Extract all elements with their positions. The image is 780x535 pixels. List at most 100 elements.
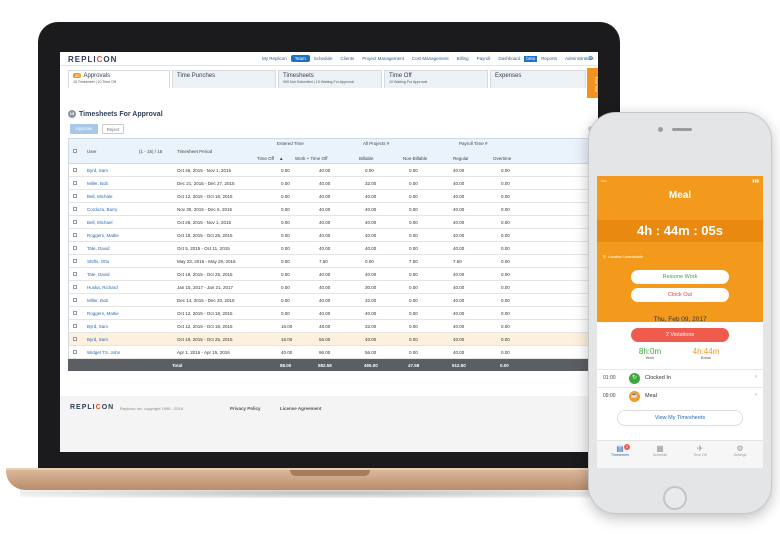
- row-user-link[interactable]: Huska, Richard: [87, 285, 118, 290]
- header-user[interactable]: User: [87, 149, 97, 154]
- row-checkbox[interactable]: [73, 324, 77, 328]
- table-row[interactable]: Huska, Richard Jan 15, 2017 - Jan 21, 201…: [68, 281, 590, 294]
- table-row[interactable]: Roggers, Mattie Oct 19, 2015 - Oct 25, 20…: [68, 229, 590, 242]
- table-row[interactable]: Tate, David Oct 5, 2015 - Oct 11, 2015 0.0…: [68, 242, 590, 255]
- tab-time-punches[interactable]: Time Punches: [172, 70, 276, 88]
- free-trial-tab[interactable]: Free Trial: [587, 68, 598, 98]
- reject-button[interactable]: Reject: [102, 124, 124, 134]
- header-non-billable[interactable]: Non-Billable: [403, 156, 427, 161]
- row-checkbox[interactable]: [73, 259, 77, 263]
- row-user-link[interactable]: Miller, Bob: [87, 298, 108, 303]
- header-work-time-off[interactable]: Work + Time Off: [295, 156, 327, 161]
- tab-schedule[interactable]: ▦ Schedule: [640, 444, 680, 457]
- row-checkbox[interactable]: [73, 285, 77, 289]
- header-regular[interactable]: Regular: [453, 156, 469, 161]
- row-user-link[interactable]: Tate, David: [87, 272, 110, 277]
- row-time-off: 0.00: [281, 285, 290, 290]
- header-overtime[interactable]: Overtime: [493, 156, 511, 161]
- header-period[interactable]: Timesheet Period: [177, 149, 212, 154]
- row-checkbox[interactable]: [73, 272, 77, 276]
- sort-asc-icon[interactable]: ▲: [279, 156, 283, 161]
- row-user-link[interactable]: Widget TS, John: [87, 350, 120, 355]
- table-row[interactable]: Shifts, Otto May 23, 2016 - May 29, 2016 0…: [68, 255, 590, 268]
- view-timesheets-button[interactable]: View My Timesheets: [617, 410, 743, 426]
- license-agreement-link[interactable]: License Agreement: [280, 406, 321, 411]
- row-checkbox[interactable]: [73, 350, 77, 354]
- table-row[interactable]: Byrd, Sam Oct 12, 2015 - Oct 18, 2015 16.0…: [68, 320, 590, 333]
- table-row[interactable]: Widget TS, John Apr 1, 2016 - Apr 15, 201…: [68, 346, 590, 359]
- row-user-link[interactable]: Cordoza, Barry: [87, 207, 117, 212]
- row-work: 96.00: [319, 350, 331, 355]
- row-user-link[interactable]: Bell, Michale: [87, 194, 113, 199]
- table-row[interactable]: Byrd, Sam Oct 19, 2015 - Oct 25, 2015 16.0…: [68, 333, 590, 346]
- row-work: 48.00: [319, 324, 331, 329]
- nav-item-billing[interactable]: Billing: [453, 56, 473, 62]
- replicon-logo[interactable]: REPLICON: [68, 55, 117, 64]
- row-checkbox[interactable]: [73, 298, 77, 302]
- row-period: Oct 12, 2015 - Oct 18, 2015: [177, 194, 233, 199]
- row-overtime: 0.00: [501, 220, 510, 225]
- tab-approvals[interactable]: 30 Approvals 15 Timesheet | 10 Time Off: [68, 70, 170, 88]
- gear-icon[interactable]: ⚙: [588, 55, 593, 62]
- tab-timesheets[interactable]: Timesheets 965 Not Submitted | 15 Waiting…: [278, 70, 382, 88]
- row-user-link[interactable]: Byrd, Sam: [87, 337, 108, 342]
- nav-item-project-management[interactable]: Project Management: [358, 56, 408, 62]
- row-checkbox[interactable]: [73, 168, 77, 172]
- nav-item-schedule[interactable]: Schedule: [310, 56, 337, 62]
- tab-timesheets[interactable]: ▤ Timesheets 2: [600, 444, 640, 457]
- entry-meal[interactable]: 09:00 ☕ Meal ›: [597, 387, 763, 405]
- row-period: Oct 19, 2015 - Oct 25, 2015: [177, 272, 233, 277]
- row-overtime: 0.00: [501, 285, 510, 290]
- row-checkbox[interactable]: [73, 220, 77, 224]
- row-checkbox[interactable]: [73, 337, 77, 341]
- entry-clocked-in[interactable]: 01:00 ↻ Clocked In ›: [597, 369, 763, 387]
- row-checkbox[interactable]: [73, 311, 77, 315]
- row-checkbox[interactable]: [73, 194, 77, 198]
- table-row[interactable]: Tate, David Oct 19, 2015 - Oct 25, 2015 0.…: [68, 268, 590, 281]
- row-checkbox[interactable]: [73, 233, 77, 237]
- table-row[interactable]: Cordoza, Barry Nov 30, 2015 - Dec 6, 2015…: [68, 203, 590, 216]
- table-row[interactable]: Roggers, Mattie Oct 12, 2015 - Oct 18, 20…: [68, 307, 590, 320]
- tab-settings[interactable]: ⚙ Settings: [720, 444, 760, 457]
- tab-time-off[interactable]: ✈ Time Off: [680, 444, 720, 457]
- nav-item-cost-management[interactable]: Cost Management: [408, 56, 453, 62]
- row-user-link[interactable]: Roggers, Mattie: [87, 233, 119, 238]
- select-all-checkbox[interactable]: [73, 149, 77, 153]
- approve-button[interactable]: Approve: [70, 124, 98, 134]
- row-checkbox[interactable]: [73, 181, 77, 185]
- tab-time-off[interactable]: Time Off 10 Waiting For Approval: [384, 70, 488, 88]
- row-user-link[interactable]: Shifts, Otto: [87, 259, 109, 264]
- nav-item-payroll[interactable]: Payroll: [473, 56, 495, 62]
- row-user-link[interactable]: Byrd, Sam: [87, 324, 108, 329]
- row-checkbox[interactable]: [73, 207, 77, 211]
- privacy-policy-link[interactable]: Privacy Policy: [230, 406, 261, 411]
- nav-item-team[interactable]: Team: [290, 55, 310, 62]
- row-billable: 0.00: [365, 259, 374, 264]
- table-row[interactable]: Bell, Michale Oct 12, 2015 - Oct 18, 2015…: [68, 190, 590, 203]
- row-user-link[interactable]: Tate, David: [87, 246, 110, 251]
- nav-item-reports[interactable]: Reports: [537, 56, 561, 62]
- nav-item-my-replicon[interactable]: My Replicon: [258, 56, 291, 62]
- row-user-link[interactable]: Byrd, Sam: [87, 168, 108, 173]
- nav-item-clients[interactable]: Clients: [337, 56, 359, 62]
- row-period: Oct 5, 2015 - Oct 11, 2015: [177, 246, 230, 251]
- header-time-off[interactable]: Time Off: [257, 156, 274, 161]
- table-row[interactable]: Bell, Michael Oct 26, 2015 - Nov 1, 2015 0…: [68, 216, 590, 229]
- row-period: Dec 14, 2015 - Dec 20, 2015: [177, 298, 235, 303]
- phone-home-button[interactable]: [663, 486, 687, 510]
- header-entered-time: Entered Time: [277, 141, 304, 146]
- tab-expenses[interactable]: Expenses: [490, 70, 586, 88]
- resume-work-button[interactable]: Resume Work: [631, 270, 729, 284]
- nav-item-dashboard[interactable]: Dashboard: [494, 56, 524, 62]
- row-user-link[interactable]: Miller, Bob: [87, 181, 108, 186]
- table-row[interactable]: Miller, Bob Dec 21, 2015 - Dec 27, 2015 0.…: [68, 177, 590, 190]
- violations-button[interactable]: 2 Violations: [631, 328, 729, 342]
- clock-out-button[interactable]: Clock Out: [631, 288, 729, 302]
- row-overtime: 0.00: [501, 194, 510, 199]
- row-checkbox[interactable]: [73, 246, 77, 250]
- table-row[interactable]: Miller, Bob Dec 14, 2015 - Dec 20, 2015 0.…: [68, 294, 590, 307]
- table-row[interactable]: Byrd, Sam Oct 26, 2015 - Nov 1, 2015 0.00 4…: [68, 164, 590, 177]
- row-user-link[interactable]: Roggers, Mattie: [87, 311, 119, 316]
- row-user-link[interactable]: Bell, Michael: [87, 220, 113, 225]
- header-billable[interactable]: Billable: [359, 156, 374, 161]
